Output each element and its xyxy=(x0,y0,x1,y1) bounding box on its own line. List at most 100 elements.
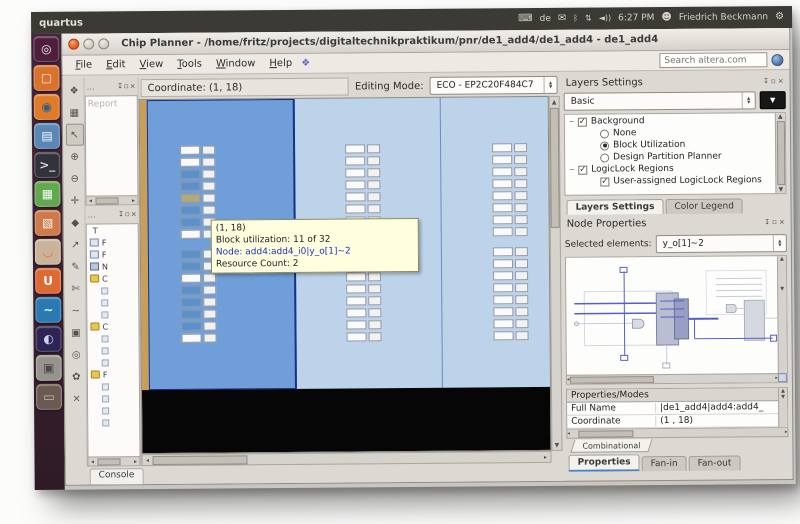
resize-grip[interactable] xyxy=(778,373,787,382)
lab-row[interactable] xyxy=(181,286,216,295)
mode-tab[interactable]: Combinational xyxy=(570,439,652,453)
lab-row[interactable] xyxy=(180,146,215,155)
lab-row[interactable] xyxy=(493,295,528,304)
pin-icon[interactable]: ↧ xyxy=(764,218,770,226)
layer-item[interactable]: User-assigned LogicLock Regions xyxy=(565,174,785,188)
tasks-tree-panel[interactable]: T F F xyxy=(86,223,141,466)
lab-row[interactable] xyxy=(181,206,216,215)
session-gear-icon[interactable]: ⚙ xyxy=(775,12,784,22)
network-icon[interactable]: ⇅ xyxy=(585,15,592,23)
lab-row[interactable] xyxy=(492,143,527,152)
mail-icon[interactable]: ✉ xyxy=(558,14,566,24)
lab-row[interactable] xyxy=(493,203,528,212)
lab-row[interactable] xyxy=(180,158,215,167)
selected-elements-select[interactable]: y_o[1]~2 ▲▼ xyxy=(655,234,786,253)
layer-toggle[interactable] xyxy=(600,153,609,162)
chip-vscrollbar[interactable]: ▲▼ xyxy=(549,96,563,451)
restore-icon[interactable]: ▫ xyxy=(772,218,777,226)
lab-row[interactable] xyxy=(492,191,527,200)
lab-row[interactable] xyxy=(346,284,381,293)
launcher-icon[interactable]: ◉ xyxy=(34,94,60,120)
launcher-icon[interactable]: ▭ xyxy=(36,384,62,410)
layer-toggle[interactable] xyxy=(578,117,587,126)
menu-item[interactable]: Tools xyxy=(170,57,209,72)
preview-hscrollbar[interactable]: ◂▸ xyxy=(567,373,778,384)
launcher-icon[interactable]: ▤ xyxy=(34,123,60,149)
tree-item[interactable]: T xyxy=(87,224,138,236)
restore-icon[interactable]: ▫ xyxy=(124,82,129,90)
layers-preset-select[interactable]: Basic ▲▼ xyxy=(564,91,756,111)
layer-toggle[interactable] xyxy=(578,165,587,174)
lab-row[interactable] xyxy=(493,227,528,236)
tree-item[interactable]: C xyxy=(87,320,138,332)
lab-row[interactable] xyxy=(182,334,217,343)
lab-row[interactable] xyxy=(493,307,528,316)
lab-row[interactable] xyxy=(345,156,380,165)
lab-row[interactable] xyxy=(180,170,215,179)
tree-item[interactable] xyxy=(87,308,138,320)
bluetooth-icon[interactable]: ᛒ xyxy=(573,15,578,23)
lab-row[interactable] xyxy=(345,168,380,177)
preview-vscrollbar[interactable]: ▲▼ xyxy=(777,256,787,373)
node-schematic-preview[interactable]: ▲▼ ◂▸ xyxy=(565,255,788,385)
lab-row[interactable] xyxy=(180,182,215,191)
properties-hscrollbar[interactable]: ◂▸ xyxy=(566,428,788,439)
lab-row[interactable] xyxy=(492,179,527,188)
report-panel[interactable]: Report ◂▸ xyxy=(85,95,139,205)
launcher-icon[interactable]: ▧ xyxy=(35,210,61,236)
lab-row[interactable] xyxy=(345,192,380,201)
layer-toggle[interactable] xyxy=(600,141,609,150)
lab-row[interactable] xyxy=(181,298,216,307)
menu-item[interactable]: Edit xyxy=(99,57,132,72)
volume-icon[interactable]: ◄)) xyxy=(599,14,611,22)
clock[interactable]: 6:27 PM xyxy=(618,13,654,23)
lab-strip-right[interactable] xyxy=(492,143,529,343)
lab-row[interactable] xyxy=(181,322,216,331)
pin-icon[interactable]: ↧ xyxy=(117,82,123,90)
menu-item[interactable]: View xyxy=(132,57,170,72)
editing-mode-select[interactable]: ECO - EP2C20F484C7 ▲▼ xyxy=(430,76,558,95)
lab-row[interactable] xyxy=(346,296,381,305)
launcher-icon[interactable]: U xyxy=(35,268,61,294)
tree-item[interactable] xyxy=(88,392,139,404)
lab-row[interactable] xyxy=(346,308,381,317)
lab-row[interactable] xyxy=(181,310,216,319)
console-tab[interactable]: Console xyxy=(90,468,144,484)
launcher-icon[interactable]: ◎ xyxy=(33,36,59,62)
lab-row[interactable] xyxy=(493,247,528,256)
menu-item[interactable]: Window xyxy=(209,56,263,71)
lab-row[interactable] xyxy=(494,331,529,340)
panel-tab[interactable]: Layers Settings xyxy=(566,199,663,215)
lab-row[interactable] xyxy=(345,144,380,153)
menu-item[interactable]: File xyxy=(68,57,99,72)
menu-item[interactable]: Help xyxy=(262,56,299,71)
tree-item[interactable] xyxy=(88,416,139,428)
lab-row[interactable] xyxy=(347,332,382,341)
lab-row[interactable] xyxy=(493,215,528,224)
close-button[interactable] xyxy=(68,39,79,50)
panel-tab[interactable]: Color Legend xyxy=(665,198,743,214)
tree-item[interactable] xyxy=(88,404,139,416)
layers-menu-button[interactable]: ▼ xyxy=(760,91,786,109)
tree-item[interactable] xyxy=(87,284,138,296)
property-row[interactable]: Coordinate (1 , 18) xyxy=(567,414,787,429)
launcher-icon[interactable]: ◐ xyxy=(35,326,61,352)
launcher-icon[interactable]: ▢ xyxy=(33,65,59,91)
maximize-button[interactable] xyxy=(98,38,109,49)
layers-tree[interactable]: − Background None xyxy=(564,112,787,196)
launcher-icon[interactable]: ▦ xyxy=(34,181,60,207)
talkback-menu-icon[interactable]: ❖ xyxy=(301,58,310,69)
tree-item[interactable] xyxy=(88,356,139,368)
lab-row[interactable] xyxy=(492,167,527,176)
lab-row[interactable] xyxy=(346,320,381,329)
tasks-hscrollbar[interactable]: ◂▸ xyxy=(88,456,139,465)
launcher-icon[interactable]: ◡ xyxy=(35,239,61,265)
restore-icon[interactable]: ▫ xyxy=(125,210,130,218)
tree-item[interactable]: F xyxy=(87,236,138,248)
lab-row[interactable] xyxy=(346,272,381,281)
minimize-button[interactable] xyxy=(83,39,94,50)
layer-toggle[interactable] xyxy=(600,177,609,186)
close-panel-icon[interactable]: × xyxy=(130,82,136,90)
lab-row[interactable] xyxy=(345,180,380,189)
lab-row[interactable] xyxy=(493,259,528,268)
